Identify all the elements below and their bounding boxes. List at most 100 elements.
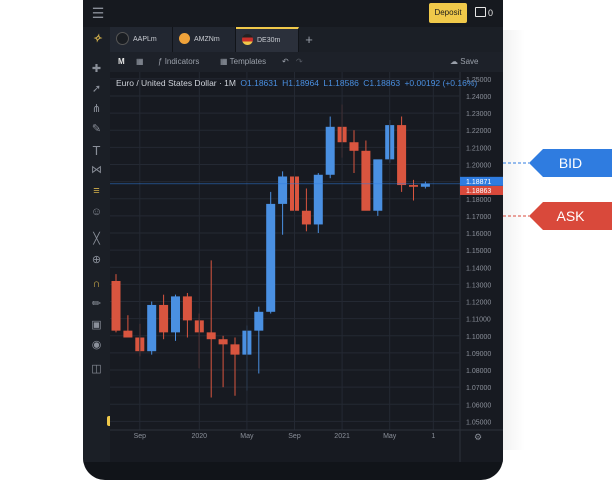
- x-tick-label: 2020: [192, 433, 208, 440]
- candle-body: [206, 332, 216, 340]
- bid-callout: BID: [529, 149, 612, 177]
- y-tick-label: 1.16000: [466, 231, 491, 238]
- high-value: 1.18964: [288, 78, 319, 88]
- ask-callout: ASK: [529, 202, 612, 230]
- candlestick-chart[interactable]: 1.250001.240001.230001.220001.210001.200…: [110, 72, 503, 462]
- x-tick-label: Sep: [288, 433, 301, 440]
- y-tick-label: 1.22000: [466, 128, 491, 135]
- trash-icon[interactable]: ◫: [89, 362, 104, 377]
- candle-body: [123, 330, 133, 338]
- candle-body: [409, 185, 418, 187]
- ask-price-text: 1.18863: [466, 188, 491, 195]
- templates-button[interactable]: ▦ Templates: [220, 52, 266, 72]
- ohlc-legend: Euro / United States Dollar · 1M O1.1863…: [116, 78, 477, 88]
- x-tick-label: 1: [431, 433, 435, 440]
- x-tick-label: May: [383, 433, 397, 440]
- save-button[interactable]: ☁ Save: [450, 52, 478, 72]
- top-bar: ☰ Deposit 0: [83, 0, 503, 27]
- wallet-balance[interactable]: 0: [475, 7, 493, 19]
- deposit-button[interactable]: Deposit: [429, 3, 467, 23]
- tab-label: AAPLm: [133, 36, 157, 43]
- amazon-icon: [179, 32, 190, 44]
- drawing-tools-sidebar: ✚ ➚ ⋔ ✎ T ⋈ ≡ ☺ ╳ ⊕ ∩ ✏ ▣ ◉ ◫: [83, 52, 111, 462]
- draw-mode-icon[interactable]: ✏: [89, 297, 104, 312]
- balance-value: 0: [488, 8, 494, 18]
- ruler-icon[interactable]: ╳: [89, 232, 104, 247]
- redo-icon[interactable]: ↷: [296, 52, 303, 72]
- device-shadow: [500, 30, 525, 450]
- candle-body: [361, 150, 371, 211]
- open-value: 1.18631: [247, 78, 278, 88]
- y-tick-label: 1.06000: [466, 402, 491, 409]
- candle-body: [147, 304, 157, 352]
- candle-body: [325, 126, 335, 175]
- tab-aaplm[interactable]: AAPLm: [110, 27, 173, 52]
- y-tick-label: 1.11000: [466, 317, 491, 324]
- fibonacci-icon[interactable]: ≡: [89, 184, 104, 199]
- text-tool-icon[interactable]: T: [89, 143, 104, 158]
- candle-body: [218, 339, 228, 345]
- templates-label: Templates: [229, 57, 267, 66]
- y-tick-label: 1.08000: [466, 368, 491, 375]
- y-tick-label: 1.07000: [466, 385, 491, 392]
- y-tick-label: 1.24000: [466, 94, 491, 101]
- y-tick-label: 1.09000: [466, 351, 491, 358]
- candle-body: [373, 159, 383, 211]
- function-icon: ƒ: [158, 57, 163, 66]
- open-label: O: [240, 78, 247, 88]
- legend-title: Euro / United States Dollar · 1M: [116, 78, 236, 88]
- trend-line-icon[interactable]: ➚: [89, 82, 104, 97]
- indicators-button[interactable]: ƒ Indicators: [158, 52, 199, 72]
- candle-body: [111, 280, 121, 331]
- candle-body: [301, 210, 311, 225]
- magnet-icon[interactable]: ∩: [89, 277, 104, 292]
- templates-icon: ▦: [220, 57, 228, 66]
- phone-device: ☰ Deposit 0 ✧ AAPLm AMZNm DE30m + ✚ ➚ ⋔ …: [83, 0, 503, 480]
- y-tick-label: 1.21000: [466, 145, 491, 152]
- tab-de30m[interactable]: DE30m: [236, 27, 299, 52]
- close-value: 1.18863: [369, 78, 401, 88]
- eye-icon[interactable]: ◉: [89, 338, 104, 353]
- chart-area[interactable]: 1.25000 1.24000 1.23000 1.22000 1.21000 1.200…: [110, 72, 503, 462]
- y-tick-label: 1.12000: [466, 300, 491, 307]
- hamburger-menu-icon[interactable]: ☰: [91, 6, 105, 20]
- crosshair-icon[interactable]: ✚: [89, 62, 104, 77]
- y-tick-label: 1.15000: [466, 248, 491, 255]
- undo-icon[interactable]: ↶: [282, 52, 289, 72]
- y-tick-label: 1.13000: [466, 282, 491, 289]
- tab-label: AMZNm: [194, 36, 220, 43]
- candle-type-icon[interactable]: ▦: [136, 52, 144, 72]
- y-tick-label: 1.05000: [466, 419, 491, 426]
- pattern-icon[interactable]: ⋈: [89, 163, 104, 178]
- add-tab-button[interactable]: +: [299, 27, 319, 52]
- candle-body: [182, 296, 192, 321]
- germany-flag-icon: [242, 33, 253, 45]
- exness-logo-icon: ✧: [92, 33, 102, 45]
- candle-body: [254, 311, 264, 331]
- timeframe-button[interactable]: M: [118, 52, 125, 72]
- change-value: +0.00192 (+0.16%): [404, 78, 478, 88]
- candle-body: [313, 174, 323, 225]
- zoom-in-icon[interactable]: ⊕: [89, 253, 104, 268]
- fork-tool-icon[interactable]: ⋔: [89, 102, 104, 117]
- candle-body: [230, 344, 240, 355]
- lock-icon[interactable]: ▣: [89, 318, 104, 333]
- y-tick-label: 1.14000: [466, 265, 491, 272]
- y-tick-label: 1.10000: [466, 334, 491, 341]
- x-tick-label: May: [240, 433, 254, 440]
- candle-body: [159, 304, 169, 333]
- wallet-icon: [475, 7, 486, 17]
- emoji-icon[interactable]: ☺: [89, 205, 104, 220]
- save-label: Save: [460, 57, 479, 66]
- candle-body: [266, 203, 276, 312]
- y-tick-label: 1.17000: [466, 214, 491, 221]
- candle-body: [278, 176, 288, 204]
- tab-amznm[interactable]: AMZNm: [173, 27, 236, 52]
- candle-body: [397, 125, 407, 186]
- x-tick-label: 2021: [334, 433, 350, 440]
- low-value: 1.18586: [328, 78, 359, 88]
- brush-icon[interactable]: ✎: [89, 122, 104, 137]
- indicators-label: Indicators: [164, 57, 200, 66]
- x-tick-label: Sep: [134, 433, 147, 440]
- y-tick-label: 1.20000: [466, 162, 491, 169]
